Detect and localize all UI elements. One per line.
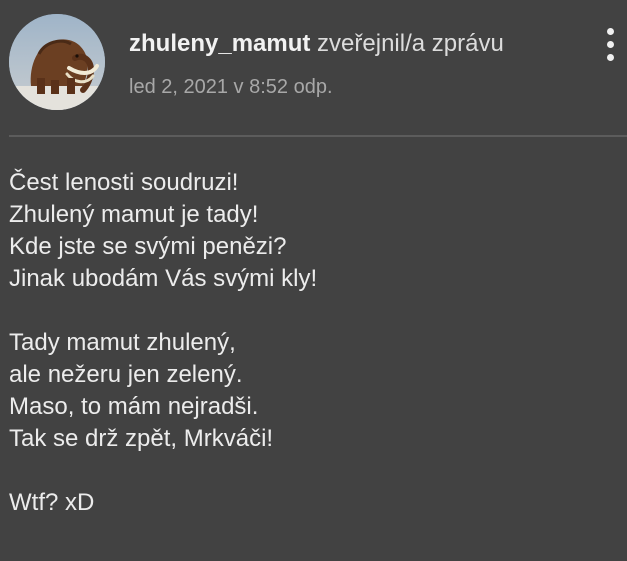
message-stanza: Tady mamut zhulený, ale nežeru jen zelen… (9, 327, 619, 455)
message-stanza: Wtf? xD (9, 487, 619, 519)
message-line: Kde jste se svými penězi? (9, 233, 287, 260)
more-vertical-icon[interactable] (595, 22, 625, 66)
message-line: Tak se drž zpět, Mrkváči! (9, 425, 274, 452)
message-stanza: Čest lenosti soudruzi! Zhulený mamut je … (9, 167, 619, 295)
divider (9, 135, 627, 137)
message-line: Maso, to mám nejradši. (9, 393, 259, 420)
post-card: zhuleny_mamut zveřejnil/a zprávu led 2, … (0, 0, 627, 561)
message-line: Zhulený mamut je tady! (9, 201, 259, 228)
post-timestamp: led 2, 2021 v 8:52 odp. (129, 76, 333, 98)
menu-dot (606, 53, 614, 61)
post-header: zhuleny_mamut zveřejnil/a zprávu (129, 28, 504, 60)
message-line: Tady mamut zhulený, (9, 329, 236, 356)
menu-dot (606, 27, 614, 35)
message-line: Jinak ubodám Vás svými kly! (9, 265, 318, 292)
message-line: ale nežeru jen zelený. (9, 361, 243, 388)
author-username[interactable]: zhuleny_mamut (129, 30, 310, 57)
menu-dot (606, 40, 614, 48)
mammoth-avatar-icon[interactable] (9, 14, 105, 110)
avatar-image (9, 14, 105, 110)
message-line: Wtf? xD (9, 489, 95, 516)
message-line: Čest lenosti soudruzi! (9, 169, 239, 196)
post-action-text: zveřejnil/a zprávu (317, 30, 504, 57)
post-message: Čest lenosti soudruzi! Zhulený mamut je … (9, 167, 619, 519)
